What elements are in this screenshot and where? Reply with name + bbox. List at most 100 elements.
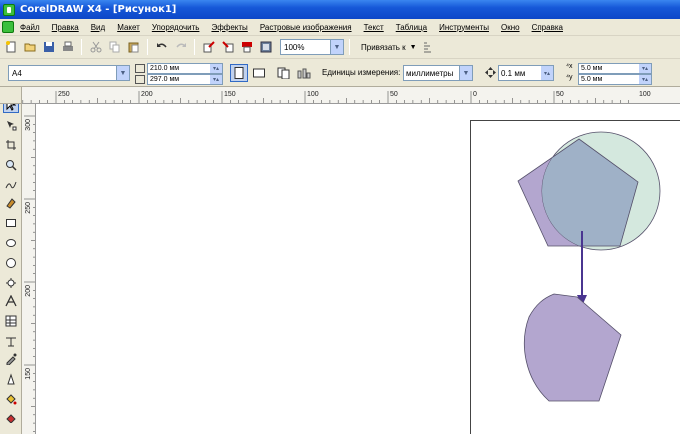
page-size-combo[interactable]: A4 ▼ [8,65,130,81]
menu-edit[interactable]: Правка [52,23,79,32]
current-page-button[interactable] [295,64,313,82]
text-tool-icon[interactable] [3,293,19,309]
vertical-ruler[interactable]: 300 250 200 150 [22,104,36,434]
duplicate-y-icon: ⁴y [566,74,573,81]
chevron-down-icon[interactable]: ▼ [459,66,472,80]
table-tool-icon[interactable] [3,313,19,329]
snap-options-icon[interactable] [420,39,436,55]
page-width-field[interactable]: 210.0 мм ▾▴ [147,63,223,74]
page-width-icon [135,64,145,73]
spinner-icon[interactable]: ▾▴ [639,64,651,73]
standard-toolbar: 100% ▼ Привязать к ▼ [0,36,680,59]
new-icon[interactable] [3,39,19,55]
ruler-label: 250 [25,202,32,214]
menu-text[interactable]: Текст [364,23,384,32]
copy-icon[interactable] [107,39,123,55]
export-icon[interactable] [220,39,236,55]
ellipse-tool-icon[interactable] [3,235,19,251]
dimension-tool-icon[interactable] [3,333,19,349]
spinner-icon[interactable]: ▾▴ [639,75,651,84]
smart-fill-tool-icon[interactable] [3,195,19,211]
menu-view[interactable]: Вид [91,23,105,32]
menu-bitmaps[interactable]: Растровые изображения [260,23,352,32]
title-bar: CorelDRAW X4 - [Рисунок1] [0,0,680,19]
ruler-label: 300 [25,119,32,131]
toolbar-separator [147,39,148,55]
pentagon-lower-shape[interactable] [523,293,622,402]
import-icon[interactable] [201,39,217,55]
open-icon[interactable] [22,39,38,55]
save-icon[interactable] [41,39,57,55]
cut-icon[interactable] [88,39,104,55]
ruler-label: 200 [25,285,32,297]
ruler-label: 150 [25,368,32,380]
undo-icon[interactable] [154,39,170,55]
zoom-tool-icon[interactable] [3,157,19,173]
units-label: Единицы измерения: [322,68,401,77]
chevron-down-icon[interactable]: ▼ [330,40,343,54]
app-launcher-icon[interactable] [258,39,274,55]
nudge-icon [485,67,496,80]
page-height-field[interactable]: 297.0 мм ▾▴ [147,74,223,85]
menu-window[interactable]: Окно [501,23,520,32]
print-icon[interactable] [60,39,76,55]
ruler-label: 100 [307,91,319,98]
menu-bar: Файл Правка Вид Макет Упорядочить Эффект… [0,19,680,36]
units-combo[interactable]: миллиметры ▼ [403,65,473,81]
shape-tool-icon[interactable] [3,117,19,133]
menu-layout[interactable]: Макет [117,23,140,32]
canvas-drawing [517,131,661,402]
menu-effects[interactable]: Эффекты [211,23,247,32]
outline-tool-icon[interactable] [3,371,19,387]
vertical-ruler-ticks: 300 250 200 150 [24,115,35,432]
spinner-icon[interactable]: ▾▴ [210,64,222,73]
page-size-value: A4 [12,68,22,78]
ruler-origin-corner[interactable] [0,87,22,104]
eyedropper-tool-icon[interactable] [3,351,19,367]
toolbar-separator [349,39,350,55]
document-icon[interactable] [2,21,14,33]
menu-arrange[interactable]: Упорядочить [152,23,200,32]
spinner-icon[interactable]: ▾▴ [210,75,222,84]
nudge-distance-field[interactable]: 0.1 мм ▾▴ [498,65,554,81]
horizontal-ruler-ticks: 250 200 150 100 50 0 50 100 [22,91,651,103]
redo-icon[interactable] [173,39,189,55]
paste-icon[interactable] [126,39,142,55]
rectangle-tool-icon[interactable] [3,215,19,231]
page-height-value: 297.0 мм [150,76,180,83]
all-pages-button[interactable] [275,64,293,82]
chevron-down-icon[interactable]: ▼ [116,66,129,80]
portrait-button[interactable] [230,64,248,82]
drawing-canvas[interactable] [36,104,680,434]
coreldraw-app-icon[interactable] [3,3,15,16]
polygon-tool-icon[interactable] [3,255,19,271]
menu-help[interactable]: Справка [532,23,563,32]
spinner-icon[interactable]: ▾▴ [541,66,553,80]
interactive-fill-tool-icon[interactable] [3,409,19,425]
ruler-label: 100 [639,91,651,98]
menu-file[interactable]: Файл [20,23,40,32]
zoom-level-combo[interactable]: 100% ▼ [280,39,344,55]
duplicate-distance-x-field[interactable]: 5.0 мм ▾▴ [578,63,652,74]
chevron-down-icon[interactable]: ▼ [410,44,417,51]
ruler-label: 50 [390,91,398,98]
duplicate-distance-x-value: 5.0 мм [581,65,603,72]
basic-shapes-tool-icon[interactable] [3,275,19,291]
ruler-label: 50 [556,91,564,98]
fill-tool-icon[interactable] [3,391,19,407]
snap-to-button[interactable]: Привязать к [361,43,406,52]
toolbar-separator [81,39,82,55]
freehand-tool-icon[interactable] [3,177,19,193]
landscape-button[interactable] [250,64,268,82]
crop-tool-icon[interactable] [3,137,19,153]
duplicate-distance-y-field[interactable]: 5.0 мм ▾▴ [578,74,652,85]
duplicate-distance-y-value: 5.0 мм [581,76,603,83]
menu-tools[interactable]: Инструменты [439,23,489,32]
duplicate-x-icon: ⁴x [566,63,573,70]
publish-icon[interactable] [239,39,255,55]
window-title: CorelDRAW X4 - [Рисунок1] [20,4,177,15]
horizontal-ruler[interactable]: 250 200 150 100 50 0 50 100 [22,87,680,104]
menu-table[interactable]: Таблица [396,23,427,32]
page-height-icon [135,75,145,84]
page-width-value: 210.0 мм [150,65,180,72]
